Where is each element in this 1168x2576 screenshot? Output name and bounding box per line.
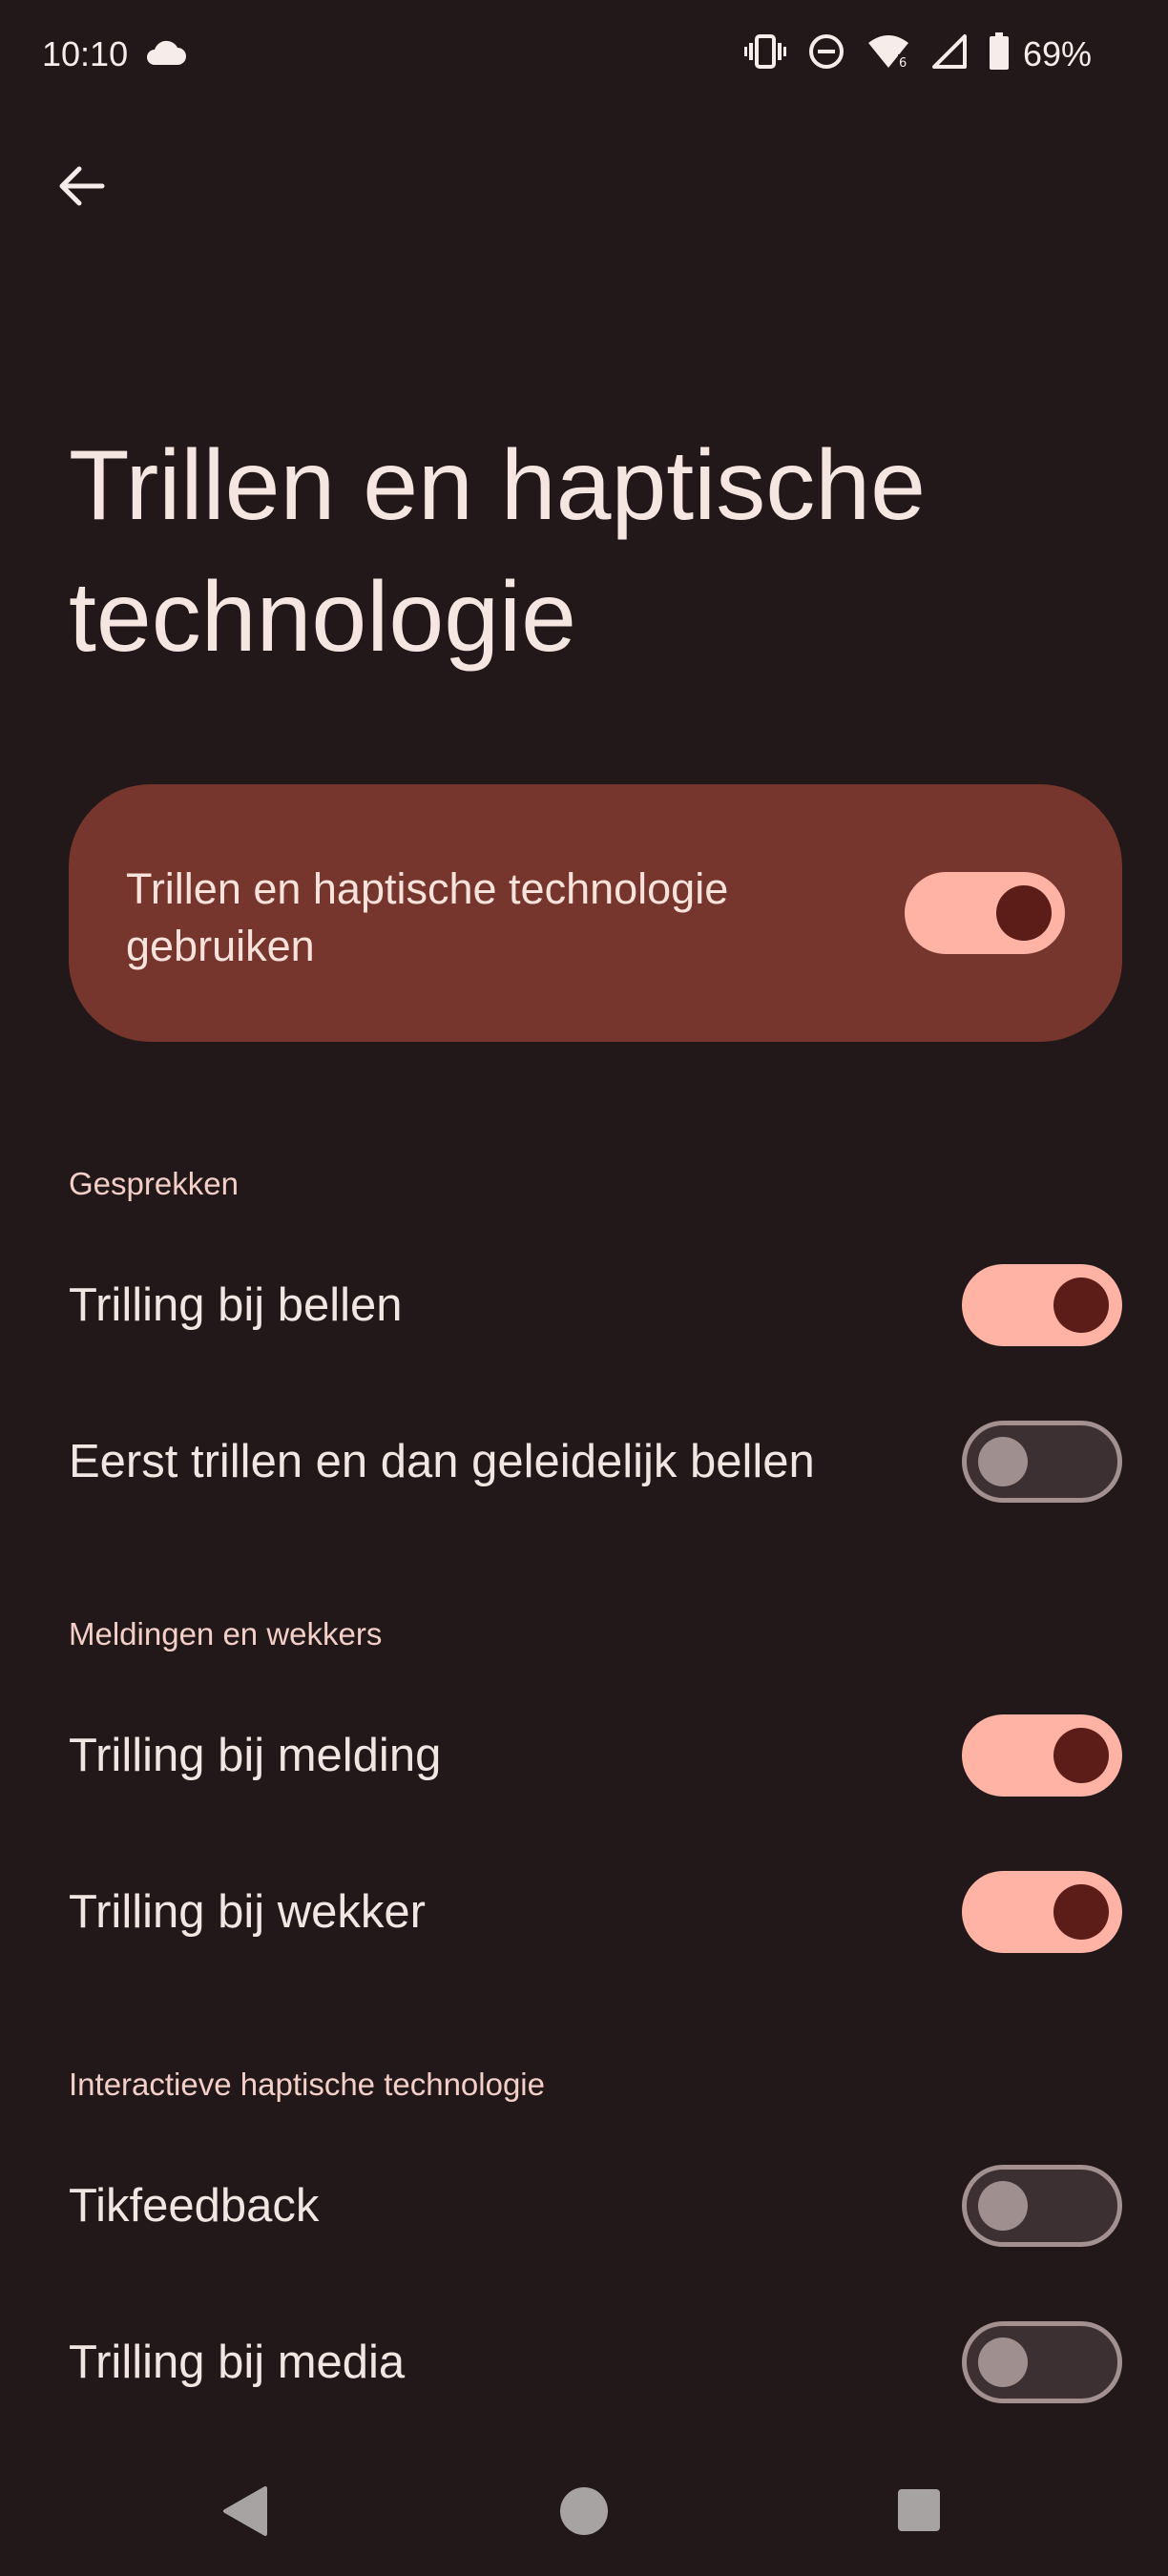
switch-knob (996, 885, 1052, 941)
vibrate-icon (743, 32, 786, 75)
nav-home-icon[interactable] (559, 2486, 609, 2536)
row-label-trilling-bij-media[interactable]: Trilling bij media (69, 2336, 405, 2389)
dnd-icon (807, 32, 845, 75)
row-label-tikfeedback[interactable]: Tikfeedback (69, 2179, 319, 2233)
toggle-trilling-bij-media[interactable] (962, 2321, 1122, 2403)
section-header-gesprekken: Gesprekken (69, 1166, 239, 1201)
switch-knob (1053, 1884, 1109, 1940)
section-header-meldingen: Meldingen en wekkers (69, 1616, 383, 1652)
battery-icon (989, 32, 1010, 75)
page-title: Trillen en haptische technologie (69, 430, 926, 673)
switch-knob (978, 1437, 1028, 1486)
status-bar: 10:10 6 69% (0, 0, 1168, 114)
nav-back-icon[interactable] (219, 2484, 271, 2538)
nav-recents-icon[interactable] (897, 2488, 941, 2532)
status-icons: 6 69% (743, 32, 1092, 75)
row-label-trilling-bij-bellen[interactable]: Trilling bij bellen (69, 1278, 403, 1332)
row-label-trilling-bij-wekker[interactable]: Trilling bij wekker (69, 1885, 426, 1939)
row-label-eerst-trillen[interactable]: Eerst trillen en dan geleidelijk bellen (69, 1435, 815, 1488)
toggle-eerst-trillen[interactable] (962, 1421, 1122, 1503)
back-arrow-icon (59, 166, 105, 206)
row-label-trilling-bij-melding[interactable]: Trilling bij melding (69, 1729, 441, 1782)
main-toggle-switch[interactable] (905, 872, 1065, 954)
navigation-bar (0, 2452, 1168, 2576)
toggle-trilling-bij-bellen[interactable] (962, 1264, 1122, 1346)
main-toggle-card[interactable]: Trillen en haptische technologie gebruik… (69, 784, 1122, 1042)
section-header-interactieve: Interactieve haptische technologie (69, 2067, 545, 2102)
switch-knob (1053, 1728, 1109, 1783)
back-button[interactable] (48, 153, 115, 219)
wifi-icon: 6 (866, 33, 910, 74)
signal-icon (931, 33, 968, 74)
switch-knob (978, 2181, 1028, 2231)
switch-knob (978, 2337, 1028, 2387)
toggle-trilling-bij-wekker[interactable] (962, 1871, 1122, 1953)
svg-text:6: 6 (899, 56, 907, 70)
toggle-tikfeedback[interactable] (962, 2165, 1122, 2247)
toggle-trilling-bij-melding[interactable] (962, 1714, 1122, 1797)
main-toggle-label: Trillen en haptische technologie gebruik… (126, 864, 729, 970)
battery-percentage: 69% (1022, 33, 1092, 73)
cloud-icon (143, 38, 187, 72)
switch-knob (1053, 1278, 1109, 1333)
status-time: 10:10 (42, 34, 129, 73)
